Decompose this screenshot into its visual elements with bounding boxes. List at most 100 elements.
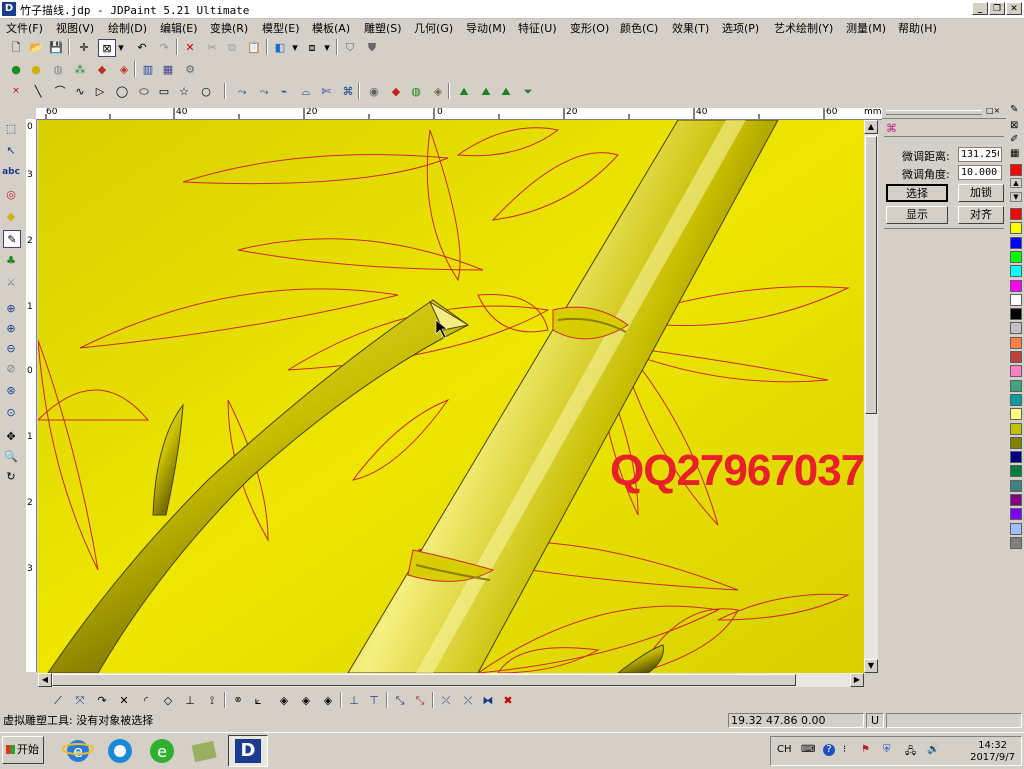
zoom-fit-icon[interactable]: ⊙ bbox=[3, 404, 19, 420]
menu-deform[interactable]: 变形(O) bbox=[570, 20, 609, 36]
pattern-icon[interactable]: ▦ bbox=[1010, 148, 1019, 159]
no-color-icon[interactable]: ⊠ bbox=[1010, 120, 1018, 131]
view-cube-icon[interactable]: ⧈ bbox=[304, 39, 320, 55]
arc-icon[interactable]: ⌒ bbox=[52, 83, 68, 99]
loft-icon[interactable]: ⌓ bbox=[298, 83, 314, 99]
node-diamond-icon[interactable]: ◈ bbox=[276, 692, 292, 708]
scroll-right-button[interactable]: ▶ bbox=[850, 673, 864, 687]
color-swatch[interactable] bbox=[1010, 536, 1022, 549]
color-swatch[interactable] bbox=[1010, 308, 1022, 321]
break-red-icon[interactable]: ⤡ bbox=[412, 692, 428, 708]
color-swatch[interactable] bbox=[1010, 422, 1022, 435]
menu-geometry[interactable]: 几何(G) bbox=[414, 20, 453, 36]
color-swatch[interactable] bbox=[1010, 436, 1022, 449]
menu-measure[interactable]: 测量(M) bbox=[846, 20, 886, 36]
snap-cross-icon[interactable]: ✕ bbox=[116, 692, 132, 708]
align-button[interactable]: 对齐 bbox=[958, 206, 1004, 224]
delete-icon[interactable]: ✕ bbox=[182, 39, 198, 55]
circle-icon[interactable]: ◯ bbox=[114, 83, 130, 99]
node-edit-icon[interactable]: ↖ bbox=[3, 142, 19, 158]
volume-icon[interactable]: 🔊 bbox=[927, 744, 939, 755]
save-file-icon[interactable]: 💾 bbox=[48, 39, 64, 55]
menu-guide[interactable]: 导动(M) bbox=[466, 20, 506, 36]
color-swatch[interactable] bbox=[1010, 508, 1022, 521]
panel-close-icon[interactable]: □× bbox=[986, 106, 1000, 115]
pan-icon[interactable]: ✥ bbox=[3, 428, 19, 444]
flag-icon[interactable]: ⚑ bbox=[861, 744, 870, 755]
language-indicator[interactable]: CH bbox=[777, 744, 792, 755]
palette-scroll-down[interactable]: ▼ bbox=[1010, 192, 1022, 202]
browser-icon[interactable] bbox=[104, 735, 136, 767]
node-diamond3-icon[interactable]: ◈ bbox=[320, 692, 336, 708]
color-swatch[interactable] bbox=[1010, 265, 1022, 278]
menu-template[interactable]: 模板(A) bbox=[312, 20, 350, 36]
snap-end-icon[interactable]: ⟟ bbox=[204, 692, 220, 708]
paste-icon[interactable]: 📋 bbox=[246, 39, 262, 55]
boolean-icon[interactable]: ◎ bbox=[3, 186, 19, 202]
relief2-icon[interactable]: ⛰ bbox=[478, 83, 494, 99]
yellow-bulb-icon[interactable]: ● bbox=[28, 61, 44, 77]
globe-icon[interactable]: ◍ bbox=[408, 83, 424, 99]
color-swatch[interactable] bbox=[1010, 208, 1022, 220]
texture-icon[interactable]: ◈ bbox=[430, 83, 446, 99]
snap-center-icon[interactable]: ◇ bbox=[160, 692, 176, 708]
color-swatch[interactable] bbox=[1010, 279, 1022, 292]
snap-perp-icon[interactable]: ⊥ bbox=[182, 692, 198, 708]
horizontal-scrollbar[interactable]: ◀ ▶ bbox=[38, 673, 864, 687]
polyline-icon[interactable]: ▷ bbox=[92, 83, 108, 99]
rotate-view-icon[interactable]: ↻ bbox=[3, 468, 19, 484]
keyboard-icon[interactable]: ⌨ bbox=[801, 744, 815, 755]
knife-icon[interactable]: ⚔ bbox=[3, 274, 19, 290]
folder-icon[interactable] bbox=[188, 735, 220, 767]
menu-view[interactable]: 视图(V) bbox=[56, 20, 94, 36]
cut-icon[interactable]: ✂ bbox=[204, 39, 220, 55]
scroll-down-button[interactable]: ▼ bbox=[864, 659, 878, 673]
options-icon[interactable]: ⁝ bbox=[843, 744, 846, 755]
color-swatch[interactable] bbox=[1010, 451, 1022, 464]
color-swatch[interactable] bbox=[1010, 494, 1022, 506]
minimize-button[interactable]: _ bbox=[972, 2, 988, 15]
color-swatch[interactable] bbox=[1010, 322, 1022, 335]
select-rect-icon[interactable]: ⬚ bbox=[3, 120, 19, 136]
guide-icon[interactable]: ⤳ bbox=[234, 83, 250, 99]
zoom-in-icon[interactable]: ⊕ bbox=[3, 320, 19, 336]
guide2-icon[interactable]: ⤳ bbox=[256, 83, 272, 99]
snap-line-icon[interactable]: ⟋ bbox=[50, 692, 66, 708]
clock[interactable]: 14:32 2017/9/7 bbox=[970, 740, 1015, 764]
shield-outline-icon[interactable]: ⛉ bbox=[342, 39, 358, 55]
funnel-icon[interactable]: ⏷ bbox=[520, 83, 536, 99]
zoom-all-icon[interactable]: ⊛ bbox=[3, 382, 19, 398]
start-button[interactable]: 开始 bbox=[2, 736, 44, 764]
color-swatch[interactable] bbox=[1010, 250, 1022, 263]
menu-sculpt[interactable]: 雕塑(S) bbox=[364, 20, 402, 36]
distance-input[interactable] bbox=[958, 147, 1002, 162]
menu-options[interactable]: 选项(P) bbox=[722, 20, 759, 36]
shade-mode-icon[interactable]: ◧ bbox=[272, 39, 288, 55]
snap-tangent-icon[interactable]: ◜ bbox=[138, 692, 154, 708]
menu-edit[interactable]: 编辑(E) bbox=[160, 20, 198, 36]
multi-color-icon[interactable]: ⁂ bbox=[72, 61, 88, 77]
smooth-icon[interactable]: ♣ bbox=[3, 252, 19, 268]
settings-icon[interactable]: ⚙ bbox=[182, 61, 198, 77]
select-button[interactable]: 选择 bbox=[886, 184, 948, 202]
angle-input[interactable] bbox=[958, 165, 1002, 180]
color-swatch[interactable] bbox=[1010, 465, 1022, 478]
cancel-red-icon[interactable]: ✖ bbox=[500, 692, 516, 708]
join-icon[interactable]: ⧓ bbox=[480, 692, 496, 708]
zoom-out-icon[interactable]: ⊖ bbox=[3, 340, 19, 356]
spline-icon[interactable]: ∿ bbox=[72, 83, 88, 99]
eraser-icon[interactable]: ◈ bbox=[116, 61, 132, 77]
panel-tab-icon[interactable]: ⌘ bbox=[886, 122, 902, 136]
select-box-icon[interactable]: ⊠ bbox=[98, 39, 116, 57]
vertical-scrollbar[interactable]: ▲ ▼ bbox=[864, 120, 878, 673]
menu-effect[interactable]: 效果(T) bbox=[672, 20, 709, 36]
dropdown-arrow-icon[interactable]: ▾ bbox=[290, 39, 300, 55]
open-file-icon[interactable]: 📂 bbox=[28, 39, 44, 55]
color-swatch[interactable] bbox=[1010, 351, 1022, 363]
pen-icon[interactable]: ✎ bbox=[1010, 104, 1018, 115]
menu-art-draw[interactable]: 艺术绘制(Y) bbox=[774, 20, 833, 36]
layer-icon[interactable]: ▥ bbox=[140, 61, 156, 77]
show-button[interactable]: 显示 bbox=[886, 206, 948, 224]
zoom-window-icon[interactable]: ⊕ bbox=[3, 300, 19, 316]
align-top-icon[interactable]: ⊤ bbox=[366, 692, 382, 708]
